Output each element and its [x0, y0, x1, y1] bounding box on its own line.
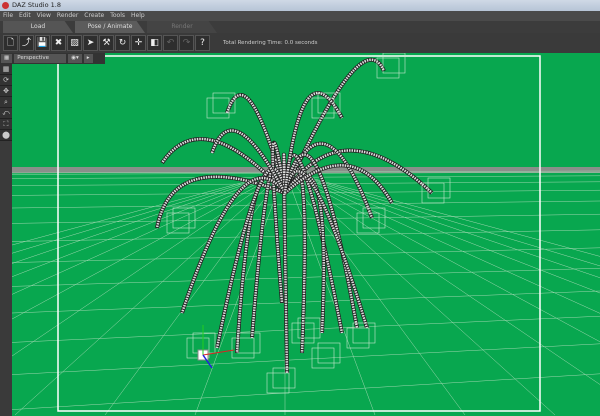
redo-icon[interactable]: ↷	[179, 35, 194, 51]
open-icon[interactable]: ⤴	[19, 35, 34, 51]
3d-viewport[interactable]	[12, 53, 600, 416]
camera-frame	[57, 55, 541, 412]
fountain-stream-outline	[180, 176, 287, 314]
grid-line	[12, 170, 286, 254]
frame-icon[interactable]: ⛶	[0, 119, 12, 130]
pan-icon[interactable]: ✥	[0, 86, 12, 97]
shading-selector[interactable]: ◉▾	[68, 54, 82, 63]
pose-icon[interactable]: ⚒	[99, 35, 114, 51]
grid-line	[12, 189, 600, 196]
grid-line	[12, 170, 286, 320]
delete-icon[interactable]: ✖	[51, 35, 66, 51]
render-icon[interactable]: ▨	[67, 35, 82, 51]
expand-button[interactable]: ▸	[83, 54, 93, 63]
app-icon	[2, 2, 9, 9]
bounding-box	[427, 177, 451, 199]
bounding-box	[266, 372, 290, 394]
help-icon[interactable]: ?	[195, 35, 210, 51]
menu-bar: File Edit View Render Create Tools Help	[0, 11, 600, 21]
tab-bar: Load Pose / Animate Render	[0, 21, 600, 33]
menu-create[interactable]: Create	[84, 11, 104, 21]
new-icon[interactable]: 🗋	[3, 35, 18, 51]
zoom-icon[interactable]: ⌕	[0, 97, 12, 108]
grid-line	[12, 343, 600, 375]
view-selector[interactable]: Perspective View ▾	[14, 54, 67, 63]
save-icon[interactable]: 💾	[35, 35, 50, 51]
layout-icon[interactable]: ▦	[0, 64, 12, 75]
tab-render: Render	[147, 21, 217, 33]
grid-line	[104, 170, 286, 416]
grid-line	[12, 290, 600, 314]
viewport-header: ▦ Perspective View ▾ ◉▾ ▸	[0, 53, 105, 64]
bounding-box	[231, 337, 255, 359]
tab-pose-animate[interactable]: Pose / Animate	[75, 21, 145, 33]
menu-edit[interactable]: Edit	[19, 11, 31, 21]
grid-line	[284, 170, 600, 343]
grid-line	[12, 315, 600, 343]
scale-icon[interactable]: ◧	[147, 35, 162, 51]
window-title: DAZ Studio 1.8	[12, 1, 61, 9]
menu-render[interactable]: Render	[57, 11, 78, 21]
bounding-box	[346, 327, 370, 349]
roll-icon[interactable]: ⤺	[0, 108, 12, 119]
menu-file[interactable]: File	[3, 11, 13, 21]
menu-view[interactable]: View	[37, 11, 51, 21]
viewport-canvas[interactable]	[12, 53, 600, 416]
rotate-icon[interactable]: ↻	[115, 35, 130, 51]
orbit-icon[interactable]: ⟳	[0, 75, 12, 86]
bounding-box	[172, 207, 196, 229]
grid-line	[284, 170, 466, 416]
tab-load[interactable]: Load	[3, 21, 73, 33]
camera-icon[interactable]: ⬤	[0, 130, 12, 141]
camera-tools: ▦ ⟳ ✥ ⌕ ⤺ ⛶ ⬤	[0, 64, 12, 141]
toolbar: 🗋 ⤴ 💾 ✖ ▨ ➤ ⚒ ↻ ✛ ◧ ↶ ↷ ? Total Renderin…	[0, 33, 600, 53]
menu-help[interactable]: Help	[131, 11, 145, 21]
title-bar: DAZ Studio 1.8	[0, 0, 600, 11]
bounding-box	[272, 367, 296, 389]
menu-tools[interactable]: Tools	[110, 11, 125, 21]
render-time-status: Total Rendering Time: 0.0 seconds	[223, 40, 318, 46]
viewport-menu-icon[interactable]: ▦	[1, 54, 13, 63]
bounding-box	[206, 97, 230, 119]
select-icon[interactable]: ➤	[83, 35, 98, 51]
undo-icon[interactable]: ↶	[163, 35, 178, 51]
move-icon[interactable]: ✛	[131, 35, 146, 51]
bounding-box	[317, 342, 341, 364]
bounding-box	[237, 332, 261, 354]
grid-line	[12, 373, 600, 410]
